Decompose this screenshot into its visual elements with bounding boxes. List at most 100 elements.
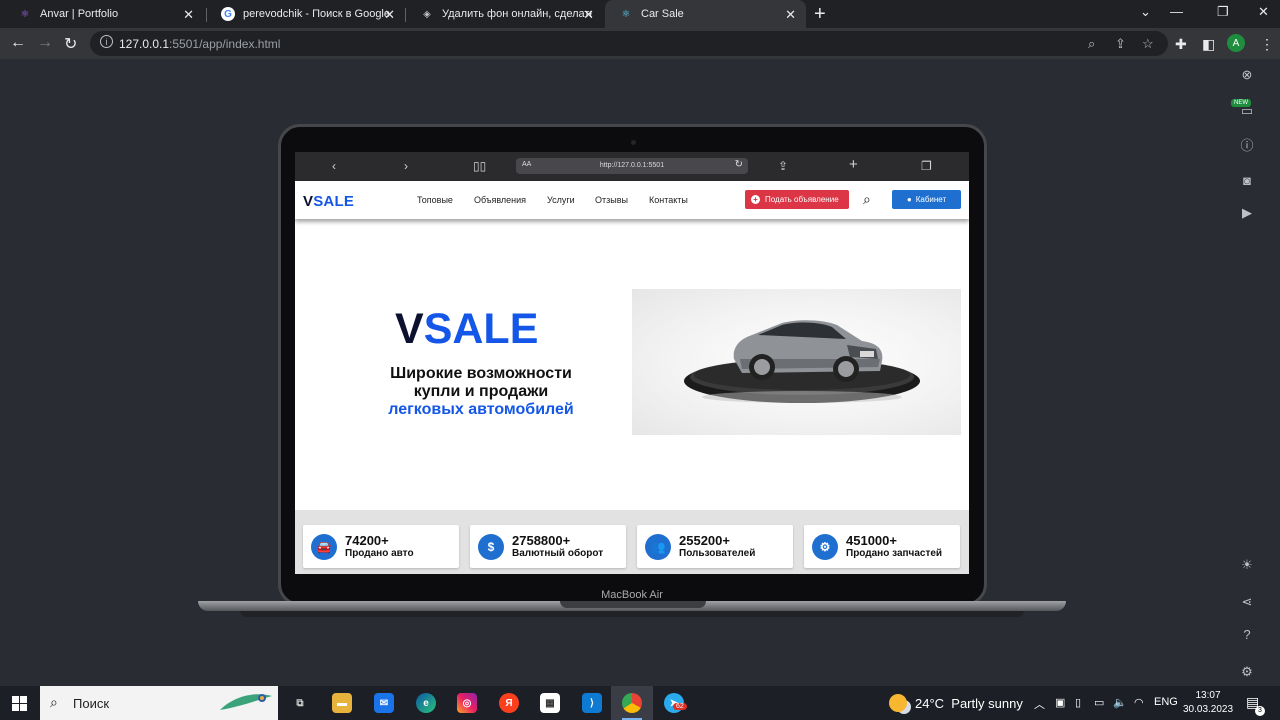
partly-sunny-icon (889, 694, 907, 712)
edge-icon[interactable]: e (416, 693, 436, 713)
nav-item-top[interactable]: Топовые (417, 195, 453, 205)
url-text: 127.0.0.1:5501/app/index.html (119, 37, 281, 51)
tab-strip: ⚛ Anvar | Portfolio ✕ G perevodchik - По… (0, 0, 1280, 28)
browser-toolbar: ← → ↻ i 127.0.0.1:5501/app/index.html ⌕ … (0, 28, 1280, 59)
device-label: MacBook Air (601, 589, 663, 601)
video-icon[interactable]: ▶ (1239, 205, 1255, 221)
stat-card-turnover: $ 2758800+ Валютный оборот (470, 525, 626, 568)
devices-icon[interactable]: ▭ (1239, 103, 1255, 119)
store-icon[interactable]: ▦ (540, 693, 560, 713)
chevron-up-icon[interactable]: ︿ (1034, 696, 1045, 712)
vscode-icon[interactable]: ⟩ (582, 693, 602, 713)
layers-icon: ◈ (423, 8, 431, 20)
tabs-icon[interactable]: ❐ (921, 159, 932, 173)
volume-icon[interactable]: 🔈 (1113, 696, 1127, 709)
window-close-button[interactable]: ✕ (1258, 4, 1269, 20)
nav-item-listings[interactable]: Объявления (474, 195, 526, 205)
react-icon: ⚛ (621, 8, 631, 20)
close-icon[interactable]: ⊗ (1239, 67, 1255, 83)
share-icon[interactable]: ⇪ (778, 159, 788, 173)
menu-icon[interactable]: ⋮ (1260, 36, 1274, 53)
hero-logo: VSALE (395, 305, 539, 353)
site-logo[interactable]: VSALE (303, 193, 354, 210)
close-icon[interactable]: ✕ (384, 7, 395, 23)
hero-line-3: легковых автомобилей (388, 401, 574, 418)
close-icon[interactable]: ✕ (583, 7, 594, 23)
battery-icon[interactable]: ▭ (1094, 696, 1104, 709)
nav-item-services[interactable]: Услуги (547, 195, 575, 205)
extensions-icon[interactable]: ✚ (1175, 36, 1187, 53)
share-icon[interactable]: ⇪ (1115, 36, 1126, 52)
meet-now-icon[interactable]: ▣ (1055, 696, 1065, 709)
clock[interactable]: 13:07 30.03.2023 (1183, 689, 1233, 717)
laptop-shadow (240, 611, 1024, 617)
maximize-button[interactable]: ❐ (1217, 4, 1229, 20)
side-panel-icon[interactable]: ◧ (1202, 36, 1215, 53)
telegram-badge: 62 (673, 703, 687, 710)
hero-line-2: купли и продажи (413, 383, 549, 400)
back-button[interactable]: ← (10, 34, 26, 52)
settings-icon[interactable]: ⚙ (1239, 664, 1255, 680)
google-icon: G (221, 7, 235, 21)
stat-card-cars: 🚘 74200+ Продано авто (303, 525, 459, 568)
hero-line-1: Широкие возможности (390, 365, 572, 382)
search-icon[interactable]: ⌕ (863, 191, 871, 208)
zoom-icon[interactable]: ⌕ (1088, 36, 1095, 52)
users-icon: 👥 (645, 534, 671, 560)
new-tab-button[interactable]: + (814, 3, 826, 26)
laptop-notch (560, 601, 706, 608)
brightness-icon[interactable]: ☀ (1239, 557, 1255, 573)
tab-remove-bg[interactable]: ◈ Удалить фон онлайн, сделать п ✕ (406, 0, 604, 28)
chrome-icon[interactable] (622, 693, 642, 713)
book-icon[interactable]: ▯▯ (473, 159, 486, 173)
chevron-left-icon[interactable]: ‹ (332, 159, 336, 173)
notification-count: 3 (1255, 706, 1265, 716)
mail-icon[interactable]: ✉ (374, 693, 394, 713)
plus-icon[interactable]: + (849, 156, 858, 173)
laptop-screen: ‹ › ▯▯ AA http://127.0.0.1:5501 ↻ ⇪ + ❐ … (295, 152, 969, 574)
help-icon[interactable]: ? (1239, 626, 1255, 642)
feather-icon (220, 694, 272, 710)
minimize-button[interactable]: — (1170, 4, 1183, 19)
info-icon[interactable]: i (100, 35, 113, 48)
reload-icon[interactable]: ↻ (735, 159, 743, 170)
bookmark-star-icon[interactable]: ☆ (1142, 36, 1154, 52)
gear-icon: ⚙ (812, 534, 838, 560)
stats-bar: 🚘 74200+ Продано авто $ 2758800+ Валютны… (295, 510, 969, 574)
stat-card-parts: ⚙ 451000+ Продано запчастей (804, 525, 960, 568)
address-bar[interactable]: i 127.0.0.1:5501/app/index.html ⌕ ⇪ ☆ (90, 31, 1168, 56)
yandex-icon[interactable]: Я (499, 693, 519, 713)
taskbar: ⌕ Поиск ⧉ ▬ ✉ e ◎ Я ▦ ⟩ ➤ (0, 686, 1280, 720)
tab-car-sale[interactable]: ⚛ Car Sale ✕ (605, 0, 806, 28)
close-icon[interactable]: ✕ (183, 7, 194, 23)
site-header: VSALE Топовые Объявления Услуги Отзывы К… (295, 181, 969, 219)
tab-google[interactable]: G perevodchik - Поиск в Google ✕ (207, 0, 405, 28)
close-icon[interactable]: ✕ (785, 7, 796, 23)
nav-item-contacts[interactable]: Контакты (649, 195, 688, 205)
task-view-icon[interactable]: ⧉ (290, 693, 310, 713)
tab-portfolio[interactable]: ⚛ Anvar | Portfolio ✕ (4, 0, 204, 28)
language-indicator[interactable]: ENG (1154, 696, 1178, 708)
forward-button[interactable]: → (37, 34, 53, 52)
safari-address-bar[interactable]: AA http://127.0.0.1:5501 ↻ (516, 158, 748, 174)
windows-start-icon[interactable] (12, 696, 27, 716)
nav-item-reviews[interactable]: Отзывы (595, 195, 628, 205)
reload-button[interactable]: ↻ (64, 34, 77, 54)
instagram-icon[interactable]: ◎ (457, 693, 477, 713)
post-ad-button[interactable]: + Подать объявление (745, 190, 849, 209)
stat-card-users: 👥 255200+ Пользователей (637, 525, 793, 568)
user-icon: ● (906, 195, 912, 204)
camera-icon[interactable]: ◙ (1239, 172, 1255, 188)
safari-toolbar: ‹ › ▯▯ AA http://127.0.0.1:5501 ↻ ⇪ + ❐ (295, 152, 969, 181)
wifi-icon[interactable]: ◠ (1134, 696, 1144, 709)
profile-avatar[interactable]: A (1227, 34, 1245, 52)
tab-search-icon[interactable]: ⌄ (1140, 4, 1151, 20)
search-icon: ⌕ (50, 694, 58, 710)
file-explorer-icon[interactable]: ▬ (332, 693, 352, 713)
chevron-right-icon[interactable]: › (404, 159, 408, 173)
info-icon[interactable]: ⓘ (1239, 136, 1255, 153)
dollar-icon: $ (478, 534, 504, 560)
weather-widget[interactable]: 24°C Partly sunny (889, 694, 1023, 712)
cabinet-button[interactable]: ● Кабинет (892, 190, 961, 209)
phone-icon[interactable]: ▯ (1075, 696, 1081, 709)
